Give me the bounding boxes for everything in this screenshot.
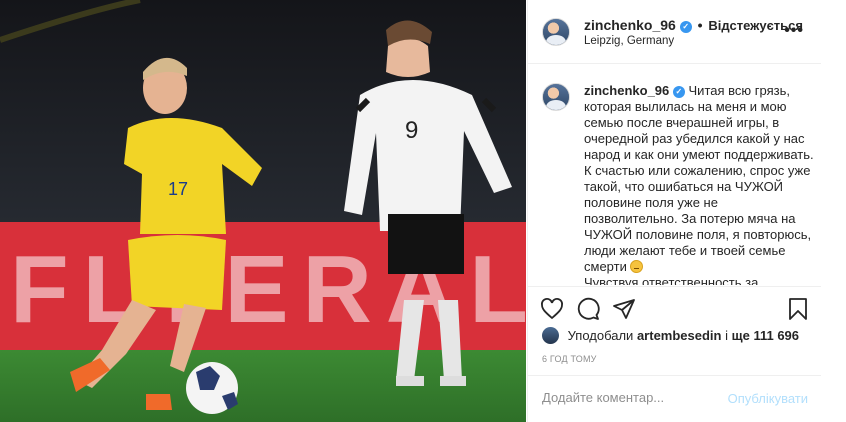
header-line: zinchenko_96 ✓ • Відстежується [584, 17, 803, 33]
post-side-panel: zinchenko_96 ✓ • Відстежується Leipzig, … [527, 0, 822, 422]
likes-count-link[interactable]: ще 111 696 [732, 328, 799, 343]
caption-username[interactable]: zinchenko_96 [584, 83, 669, 98]
paper-plane-icon[interactable] [612, 297, 636, 321]
post-timestamp[interactable]: 6 ГОД ТОМУ [542, 354, 597, 364]
comment-input[interactable] [542, 390, 722, 405]
bookmark-icon[interactable] [786, 297, 810, 321]
action-bar [528, 286, 822, 328]
liker-avatar[interactable] [542, 327, 559, 344]
caption-text: Читая всю грязь, которая вылилась на мен… [584, 83, 814, 274]
post-photo[interactable]: FLYERALARM 9 17 [0, 0, 526, 422]
football [186, 362, 238, 414]
sad-face-emoji-icon [630, 260, 644, 273]
post-header: zinchenko_96 ✓ • Відстежується Leipzig, … [528, 0, 822, 64]
caption-text-continued: Чувствуя ответственность за [584, 275, 759, 285]
post-caption: zinchenko_96 ✓ Читая всю грязь, которая … [584, 83, 814, 285]
page-gutter [821, 0, 846, 422]
likes-summary: Уподобали artembesedin і ще 111 696 [542, 327, 822, 347]
more-options-icon[interactable]: ••• [784, 22, 804, 40]
verified-badge-icon: ✓ [679, 21, 692, 33]
heart-icon[interactable] [540, 297, 564, 321]
comment-bar: Опублікувати [528, 375, 822, 422]
caption-author-avatar[interactable] [542, 83, 570, 111]
likes-user-link[interactable]: artembesedin [637, 328, 722, 343]
post-location[interactable]: Leipzig, Germany [584, 35, 674, 47]
publish-button[interactable]: Опублікувати [728, 391, 808, 406]
author-avatar[interactable] [542, 18, 570, 46]
likes-and: і [725, 328, 729, 343]
player-left-number: 17 [168, 179, 188, 199]
comment-icon[interactable] [576, 297, 600, 321]
author-username[interactable]: zinchenko_96 [584, 17, 676, 33]
football-match-photo: FLYERALARM 9 17 [0, 0, 526, 422]
player-right-number: 9 [405, 117, 418, 144]
caption-area: zinchenko_96 ✓ Читая всю грязь, которая … [528, 64, 822, 285]
separator-dot: • [697, 17, 703, 33]
likes-prefix: Уподобали [567, 328, 634, 343]
caption-verified-badge-icon: ✓ [672, 86, 685, 98]
